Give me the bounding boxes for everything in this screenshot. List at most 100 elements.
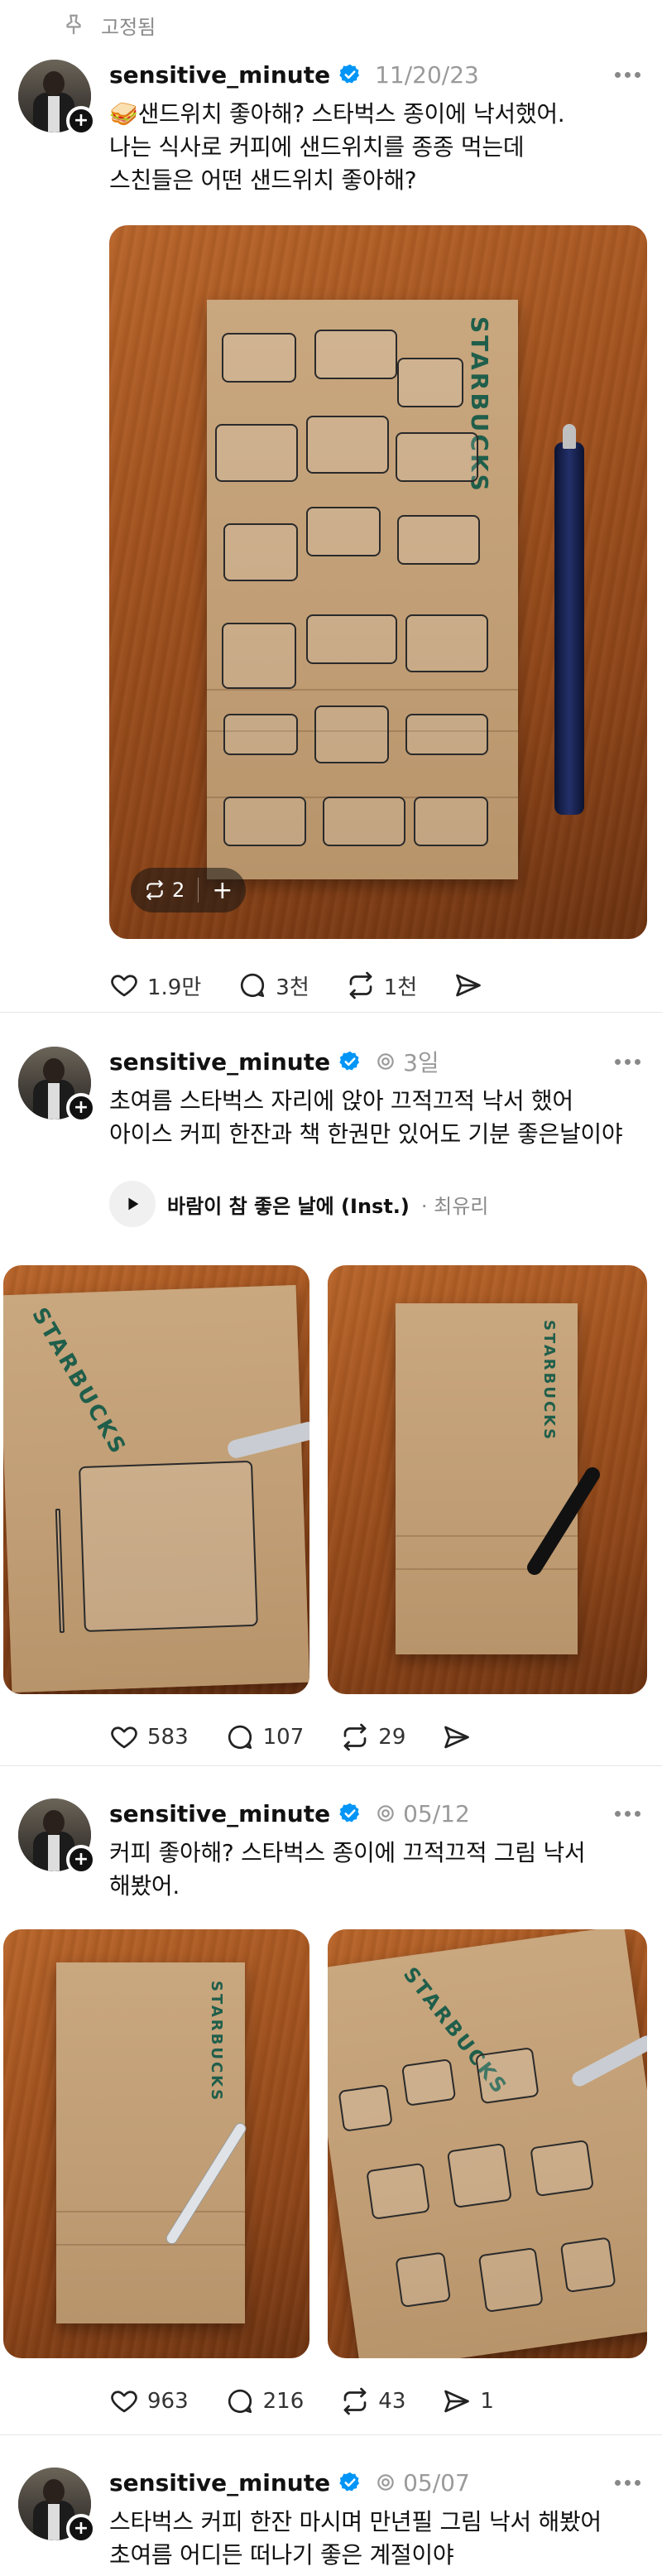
verified-badge-icon — [339, 1803, 360, 1822]
follow-button[interactable]: + — [66, 1845, 96, 1875]
post-image[interactable]: STARBUCKS 2 + — [109, 225, 647, 939]
more-icon[interactable] — [611, 1045, 644, 1078]
heart-icon — [111, 2391, 137, 2413]
sandwich-sketch — [306, 614, 397, 664]
coffee-sketch — [477, 2246, 544, 2313]
song-title: 바람이 참 좋은 날에 (Inst.) — [167, 1194, 410, 1218]
paper-bag: STARBUCKS — [396, 1303, 578, 1654]
add-chip-label: + — [212, 875, 233, 905]
pen-nib — [563, 424, 576, 449]
sandwich-sketch — [223, 797, 306, 846]
like-button[interactable]: 1.9만 — [109, 970, 201, 1001]
repost-count: 29 — [378, 1725, 406, 1750]
post-image[interactable]: STARBUCKS — [3, 1929, 309, 2358]
add-chip[interactable]: + — [199, 868, 246, 912]
post-text: 🥪샌드위치 좋아해? 스타벅스 종이에 낙서했어. 나는 식사로 커피에 샌드위… — [109, 100, 565, 194]
share-button[interactable] — [453, 970, 483, 1000]
follow-button[interactable]: + — [66, 2514, 96, 2544]
like-button[interactable]: 583 — [109, 1722, 189, 1752]
coffee-sketch — [338, 2083, 393, 2132]
follow-button[interactable]: + — [66, 1093, 96, 1123]
reply-button[interactable]: 3천 — [237, 970, 309, 1001]
repost-chip[interactable]: 2 — [131, 868, 198, 912]
coffee-sketch — [559, 2237, 616, 2294]
edited-icon — [377, 1053, 394, 1070]
post-image[interactable]: STARBUCKS — [328, 1929, 647, 2358]
coffee-sketch — [366, 2162, 430, 2220]
reply-count: 107 — [262, 1725, 305, 1750]
share-button[interactable] — [442, 1722, 472, 1752]
fountain-pen — [554, 442, 584, 815]
paper-bag: STARBUCKS — [328, 1929, 647, 2358]
post-header: sensitive_minute 05/07 — [109, 2466, 470, 2499]
song-artist: · 최유리 — [420, 1194, 489, 1218]
sandwich-sketch — [215, 424, 298, 482]
post-time: 3일 — [375, 1045, 439, 1078]
edited-icon — [377, 1805, 394, 1822]
send-icon — [444, 2390, 470, 2413]
like-count: 963 — [147, 2389, 189, 2414]
sandwich-sketch — [397, 358, 463, 407]
heart-icon — [111, 975, 137, 997]
coffee-sketch — [401, 2058, 457, 2107]
paper-bag: STARBUCKS — [207, 300, 518, 879]
coffee-sketch — [475, 2047, 540, 2105]
repost-button[interactable]: 29 — [340, 1722, 405, 1752]
repost-button[interactable]: 43 — [340, 2386, 405, 2416]
bag-brand: STARBUCKS — [208, 1981, 225, 2103]
sandwich-sketch — [223, 523, 298, 581]
comment-icon — [228, 1725, 252, 1750]
repost-count: 43 — [378, 2389, 406, 2414]
post-actions: 963 216 43 1 — [109, 2381, 530, 2421]
play-icon[interactable] — [109, 1181, 156, 1227]
pinned-indicator: 고정됨 — [61, 8, 156, 41]
username[interactable]: sensitive_minute — [109, 2469, 330, 2497]
reply-button[interactable]: 216 — [225, 2386, 304, 2416]
username[interactable]: sensitive_minute — [109, 61, 330, 89]
comment-icon — [228, 2389, 252, 2414]
reply-count: 3천 — [276, 975, 309, 1000]
post-time: 11/20/23 — [375, 60, 479, 89]
paper-bag: STARBUCKS — [56, 1962, 245, 2323]
verified-badge-icon — [339, 1051, 360, 1071]
send-icon — [444, 1726, 470, 1749]
repost-icon — [146, 880, 163, 900]
post-text: 스타벅스 커피 한잔 마시며 만년필 그림 낙서 해봤어 초여름 어디든 떠나기… — [109, 2508, 602, 2569]
repost-icon — [343, 1723, 367, 1751]
send-icon — [456, 974, 482, 997]
building-sketch — [79, 1460, 258, 1633]
post-header: sensitive_minute 11/20/23 — [109, 58, 479, 91]
sandwich-sketch — [396, 432, 478, 482]
repost-chip-count: 2 — [172, 879, 185, 902]
like-button[interactable]: 963 — [109, 2386, 189, 2416]
music-attachment[interactable]: 바람이 참 좋은 날에 (Inst.) · 최유리 — [109, 1181, 488, 1227]
paper-bag: STARBUCKS — [3, 1284, 309, 1693]
coffee-sketch — [446, 2142, 512, 2209]
more-icon[interactable] — [611, 1797, 644, 1830]
username[interactable]: sensitive_minute — [109, 1048, 330, 1076]
sandwich-sketch — [222, 333, 296, 383]
post-image[interactable]: STARBUCKS — [328, 1265, 647, 1694]
post-image[interactable]: STARBUCKS — [3, 1265, 309, 1694]
bag-brand: STARBUCKS — [540, 1320, 558, 1442]
post-time: 05/12 — [375, 1800, 470, 1827]
repost-icon — [349, 971, 372, 999]
repost-button[interactable]: 1천 — [346, 970, 417, 1001]
post-text: 커피 좋아해? 스타벅스 종이에 끄적끄적 그림 낙서 해봤어. — [109, 1839, 586, 1899]
share-button[interactable]: 1 — [442, 2386, 494, 2416]
reply-button[interactable]: 107 — [225, 1722, 305, 1752]
more-icon[interactable] — [611, 58, 644, 91]
follow-button[interactable]: + — [66, 106, 96, 136]
username[interactable]: sensitive_minute — [109, 1800, 330, 1827]
pinned-label: 고정됨 — [101, 15, 156, 39]
post-time: 05/07 — [375, 2469, 470, 2497]
sandwich-sketch — [314, 330, 397, 379]
pin-icon — [66, 14, 81, 35]
more-icon[interactable] — [611, 2466, 644, 2499]
heart-icon — [111, 1726, 137, 1749]
sandwich-sketch — [405, 714, 488, 755]
image-chip[interactable]: 2 + — [131, 868, 247, 912]
sandwich-sketch — [414, 797, 488, 846]
post-actions: 583 107 29 — [109, 1717, 508, 1757]
sandwich-sketch — [314, 705, 389, 763]
